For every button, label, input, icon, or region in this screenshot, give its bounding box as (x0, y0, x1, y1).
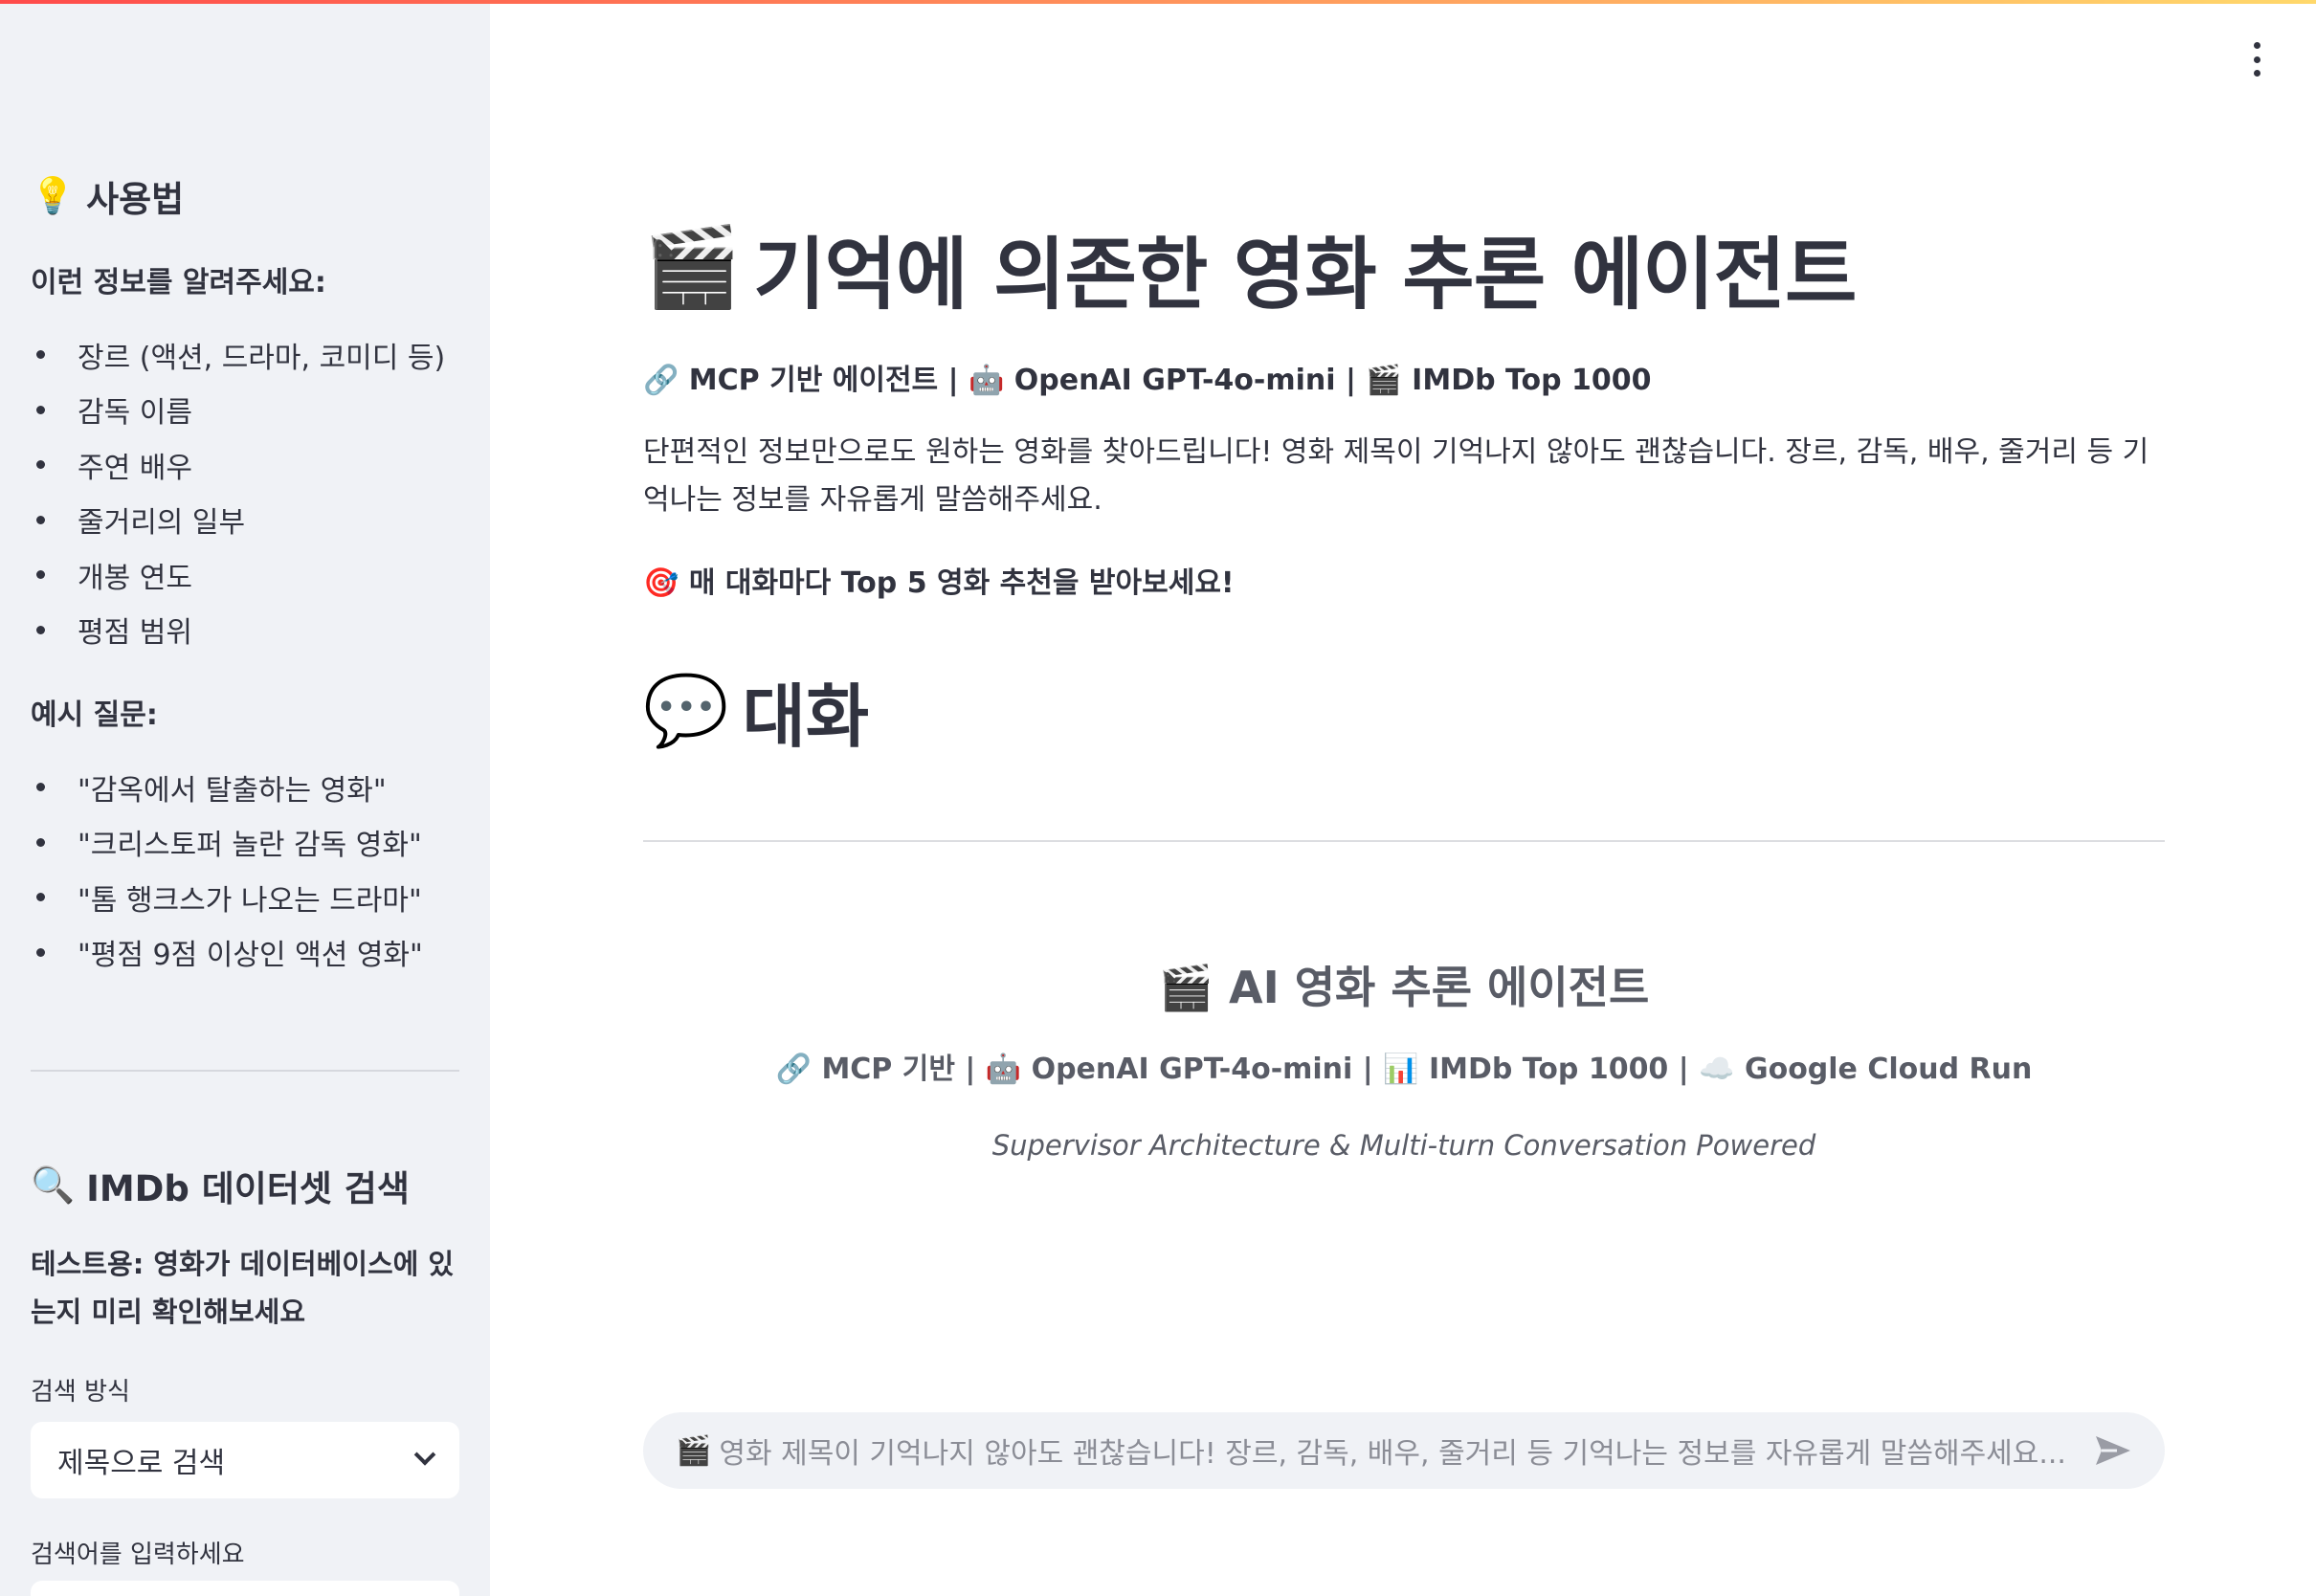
sidebar: 💡 사용법 이런 정보를 알려주세요: 장르 (액션, 드라마, 코미디 등) … (0, 0, 490, 1596)
top-decoration-bar (0, 0, 2316, 4)
search-input[interactable] (31, 1581, 459, 1596)
tech-badges: 🔗 MCP 기반 에이전트 | 🤖 OpenAI GPT-4o-mini | 🎬… (643, 364, 1652, 397)
search-heading: 🔍 IMDb 데이터셋 검색 (31, 1164, 410, 1209)
list-item: "감옥에서 탈출하는 영화" (31, 760, 461, 815)
example-heading: 예시 질문: (31, 698, 158, 732)
list-item: "톰 행크스가 나오는 드라마" (31, 870, 461, 925)
search-mode-value: 제목으로 검색 (57, 1447, 226, 1480)
list-item: "크리스토퍼 놀란 감독 영화" (31, 815, 461, 871)
dot-icon (2253, 55, 2260, 63)
cta-text: 🎯 매 대화마다 Top 5 영화 추천을 받아보세요! (643, 566, 1235, 600)
list-item: 개봉 연도 (31, 547, 461, 603)
dot-icon (2253, 70, 2260, 77)
main-menu-button[interactable] (2247, 42, 2266, 77)
search-mode-label: 검색 방식 (31, 1378, 130, 1407)
chevron-down-icon (413, 1444, 436, 1466)
info-list: 장르 (액션, 드라마, 코미디 등) 감독 이름 주연 배우 줄거리의 일부 … (31, 327, 461, 657)
search-input-label: 검색어를 입력하세요 (31, 1541, 245, 1569)
main-divider (643, 840, 2165, 842)
info-prompt: 이런 정보를 알려주세요: (31, 266, 326, 299)
magnifier-icon: 🔍 (31, 1164, 76, 1206)
usage-heading: 💡 사용법 (31, 175, 185, 220)
list-item: 장르 (액션, 드라마, 코미디 등) (31, 327, 461, 383)
list-item: 주연 배우 (31, 437, 461, 493)
page-title: 🎬 기억에 의존한 영화 추론 에이전트 (643, 221, 1857, 321)
footer-tagline: Supervisor Architecture & Multi-turn Con… (991, 1129, 1816, 1162)
search-mode-select[interactable]: 제목으로 검색 (31, 1422, 459, 1498)
search-description: 테스트용: 영화가 데이터베이스에 있는지 미리 확인해보세요 (31, 1248, 455, 1328)
list-item: "평점 9점 이상인 액션 영화" (31, 925, 461, 981)
list-item: 줄거리의 일부 (31, 493, 461, 548)
clapperboard-icon: 🎬 (676, 1433, 712, 1468)
send-icon[interactable] (2094, 1434, 2132, 1467)
sidebar-divider (31, 1070, 459, 1072)
intro-text: 단편적인 정보만으로도 원하는 영화를 찾아드립니다! 영화 제목이 기억나지 … (643, 435, 2149, 517)
clapperboard-icon: 🎬 (643, 221, 741, 313)
footer-badges: 🔗 MCP 기반 | 🤖 OpenAI GPT-4o-mini | 📊 IMDb… (775, 1053, 2033, 1086)
speech-bubble-icon: 💬 (643, 670, 729, 750)
dot-icon (2253, 42, 2260, 49)
conversation-heading: 💬 대화 (643, 670, 870, 757)
example-list: "감옥에서 탈출하는 영화" "크리스토퍼 놀란 감독 영화" "톰 행크스가 … (31, 760, 461, 980)
clapperboard-icon: 🎬 (1158, 962, 1214, 1013)
chat-input[interactable]: 🎬 영화 제목이 기억나지 않아도 괜찮습니다! 장르, 감독, 배우, 줄거리… (643, 1412, 2165, 1489)
list-item: 평점 범위 (31, 603, 461, 658)
lightbulb-icon: 💡 (31, 175, 76, 216)
target-icon: 🎯 (643, 566, 679, 600)
list-item: 감독 이름 (31, 383, 461, 438)
chat-input-placeholder: 영화 제목이 기억나지 않아도 괜찮습니다! 장르, 감독, 배우, 줄거리 등… (719, 1437, 2066, 1471)
footer-title: 🎬 AI 영화 추론 에이전트 (1158, 962, 1650, 1013)
